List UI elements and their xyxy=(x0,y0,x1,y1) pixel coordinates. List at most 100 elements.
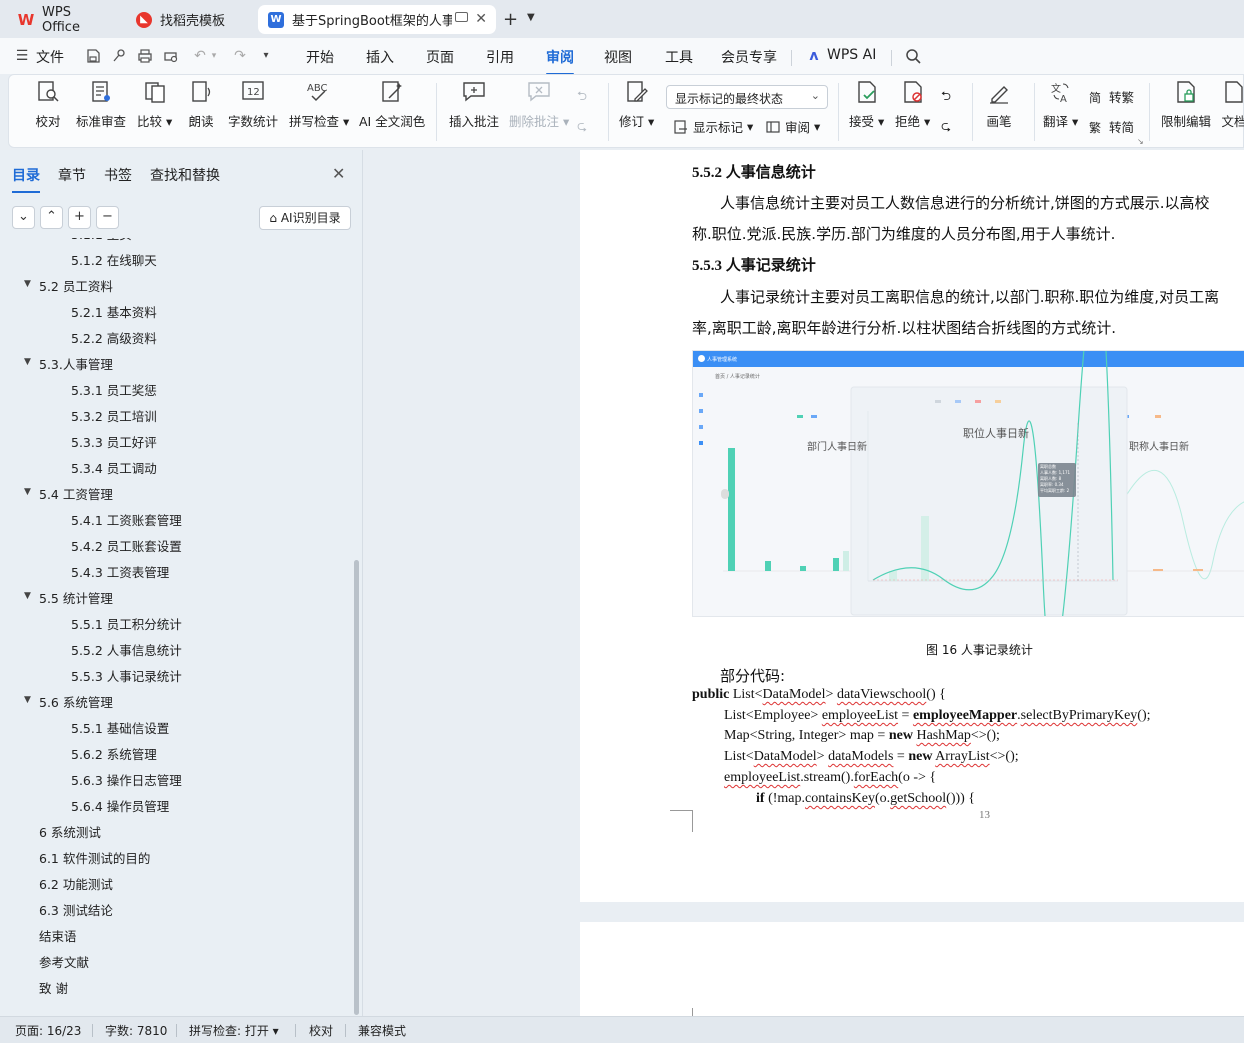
toc-item[interactable]: 5.3.2 员工培训 xyxy=(71,406,157,425)
accept-button[interactable]: 接受 ▾ xyxy=(849,79,884,130)
menu-member[interactable]: 会员专享 xyxy=(721,47,777,67)
nav-tab-bookmarks[interactable]: 书签 xyxy=(104,165,132,185)
delete-comment-button[interactable]: 删除批注 ▾ xyxy=(509,79,569,130)
toc-item[interactable]: 5.3.3 员工好评 xyxy=(71,432,157,451)
spell-check-status[interactable]: 拼写检查: 打开 ▾ xyxy=(189,1022,279,1039)
print-icon[interactable] xyxy=(137,48,153,64)
toc-item[interactable]: 5.2 员工资料 xyxy=(39,276,113,295)
word-count[interactable]: 字数: 7810 xyxy=(105,1022,167,1039)
next-change-icon[interactable]: ⮎ xyxy=(941,117,951,138)
to-traditional-button[interactable]: 简 转繁 xyxy=(1089,87,1134,106)
expand-triangle-icon[interactable]: ▼ xyxy=(24,695,31,705)
next-comment-icon[interactable]: ⮎ xyxy=(577,117,587,138)
menu-home[interactable]: 开始 xyxy=(306,47,334,67)
toc-item[interactable]: 5.4.3 工资表管理 xyxy=(71,562,169,581)
toc-item[interactable]: 5.6.3 操作日志管理 xyxy=(71,770,182,789)
toc-item[interactable]: 结束语 xyxy=(39,926,77,945)
toc-item[interactable]: 5.5 统计管理 xyxy=(39,588,113,607)
toc-item[interactable]: 5.4.2 员工账套设置 xyxy=(71,536,182,555)
nav-tab-toc[interactable]: 目录 xyxy=(12,165,40,193)
toc-item[interactable]: 5.6 系统管理 xyxy=(39,692,113,711)
new-tab-icon[interactable]: + xyxy=(503,9,518,30)
toc-item[interactable]: 致 谢 xyxy=(39,978,68,997)
translate-button[interactable]: 文A 翻译 ▾ xyxy=(1043,79,1078,130)
nav-tab-sections[interactable]: 章节 xyxy=(58,165,86,185)
add-heading-icon[interactable]: + xyxy=(68,206,91,229)
expand-triangle-icon[interactable]: ▼ xyxy=(24,357,31,367)
to-simplified-button[interactable]: 繁 转简 xyxy=(1089,117,1134,136)
menu-tools[interactable]: 工具 xyxy=(665,47,693,67)
expand-group-icon[interactable]: ↘ xyxy=(1137,137,1144,146)
menu-review[interactable]: 审阅 xyxy=(546,47,574,75)
toc-item[interactable]: 6.3 测试结论 xyxy=(39,900,113,919)
pen-button[interactable]: 画笔 xyxy=(986,79,1012,130)
ai-polish-button[interactable]: AI 全文润色 xyxy=(359,79,425,130)
prev-comment-icon[interactable]: ⮌ xyxy=(577,87,587,108)
monitor-icon[interactable] xyxy=(455,12,468,22)
proofread-status[interactable]: 校对 xyxy=(309,1022,333,1039)
toc-item[interactable]: 6 系统测试 xyxy=(39,822,101,841)
expand-triangle-icon[interactable]: ▼ xyxy=(24,487,31,497)
figure-screenshot[interactable]: 人事管理系统 首页 / 人事记录统计 部门人事日新 职位人事日新 职称人事日新 … xyxy=(692,350,1244,617)
page-indicator[interactable]: 页面: 16/23 xyxy=(15,1022,81,1039)
show-markup-button[interactable]: 显示标记 ▾ xyxy=(673,117,753,136)
search-icon[interactable] xyxy=(905,48,921,64)
toc-item[interactable]: 5.6.2 系统管理 xyxy=(71,744,157,763)
chevron-down-icon[interactable]: ▾ xyxy=(258,48,274,64)
share-icon[interactable] xyxy=(111,48,127,64)
toc-item[interactable]: 5.6.4 操作员管理 xyxy=(71,796,169,815)
tab-document[interactable]: W 基于SpringBoot框架的人事管 ✕ xyxy=(258,5,496,34)
compare-button[interactable]: 比较 ▾ xyxy=(137,79,172,130)
tab-docer-templates[interactable]: ◣ 找稻壳模板 xyxy=(126,5,251,34)
remove-heading-icon[interactable]: − xyxy=(96,206,119,229)
toc-item[interactable]: 5.5.1 基础信设置 xyxy=(71,718,169,737)
toc-item[interactable]: 5.4 工资管理 xyxy=(39,484,113,503)
toc-item[interactable]: 5.1.1 主页 xyxy=(71,238,132,243)
chevron-down-icon[interactable]: ▼ xyxy=(527,12,535,23)
proofread-button[interactable]: 校对 xyxy=(35,79,61,130)
menu-insert[interactable]: 插入 xyxy=(366,47,394,67)
toc-item[interactable]: 6.1 软件测试的目的 xyxy=(39,848,150,867)
toc-item[interactable]: 6.2 功能测试 xyxy=(39,874,113,893)
toc-item[interactable]: 5.4.1 工资账套管理 xyxy=(71,510,182,529)
standard-review-button[interactable]: 标准审查 xyxy=(76,79,126,130)
close-icon[interactable]: ✕ xyxy=(332,164,345,183)
document-button[interactable]: 文档 xyxy=(1221,79,1244,130)
toc-item[interactable]: 5.3.人事管理 xyxy=(39,354,113,373)
track-changes-button[interactable]: 修订 ▾ xyxy=(619,79,654,130)
toc-item[interactable]: 5.2.1 基本资料 xyxy=(71,302,157,321)
markup-mode-select[interactable]: 显示标记的最终状态 ⌄ xyxy=(666,85,828,109)
insert-comment-button[interactable]: 插入批注 xyxy=(449,79,499,130)
hamburger-icon[interactable]: ☰ xyxy=(14,48,30,64)
menu-file[interactable]: 文件 xyxy=(36,47,64,67)
scrollbar-thumb[interactable] xyxy=(354,560,359,1015)
reject-button[interactable]: 拒绝 ▾ xyxy=(895,79,930,130)
close-icon[interactable]: ✕ xyxy=(475,11,487,27)
collapse-icon[interactable]: ⌄ xyxy=(12,206,35,229)
nav-tab-find-replace[interactable]: 查找和替换 xyxy=(150,165,220,185)
restrict-edit-button[interactable]: 限制编辑 xyxy=(1161,79,1211,130)
expand-up-icon[interactable]: ⌃ xyxy=(40,206,63,229)
review-pane-button[interactable]: 审阅 ▾ xyxy=(765,117,820,136)
prev-change-icon[interactable]: ⮌ xyxy=(941,87,951,108)
toc-item[interactable]: 5.1.2 在线聊天 xyxy=(71,250,157,269)
menu-wps-ai[interactable]: WPS AI xyxy=(827,47,876,63)
toc-item[interactable]: 5.3.4 员工调动 xyxy=(71,458,157,477)
ai-toc-button[interactable]: ⌂ AI识别目录 xyxy=(259,206,351,230)
menu-view[interactable]: 视图 xyxy=(604,47,632,67)
toc-item[interactable]: 5.3.1 员工奖惩 xyxy=(71,380,157,399)
save-icon[interactable] xyxy=(85,48,101,64)
read-aloud-button[interactable]: 朗读 xyxy=(188,79,214,130)
word-count-button[interactable]: 12 字数统计 xyxy=(228,79,278,130)
print-preview-icon[interactable] xyxy=(163,48,179,64)
toc-item[interactable]: 5.2.2 高级资料 xyxy=(71,328,157,347)
tab-wps-office[interactable]: W WPS Office xyxy=(8,5,120,35)
menu-references[interactable]: 引用 xyxy=(486,47,514,67)
expand-triangle-icon[interactable]: ▼ xyxy=(24,279,31,289)
toc-item[interactable]: 5.5.2 人事信息统计 xyxy=(71,640,182,659)
toc-item[interactable]: 5.5.3 人事记录统计 xyxy=(71,666,182,685)
toc-item[interactable]: 5.5.1 员工积分统计 xyxy=(71,614,182,633)
menu-page[interactable]: 页面 xyxy=(426,47,454,67)
toc-item[interactable]: 参考文献 xyxy=(39,952,89,971)
spell-check-button[interactable]: ABC 拼写检查 ▾ xyxy=(289,79,349,130)
